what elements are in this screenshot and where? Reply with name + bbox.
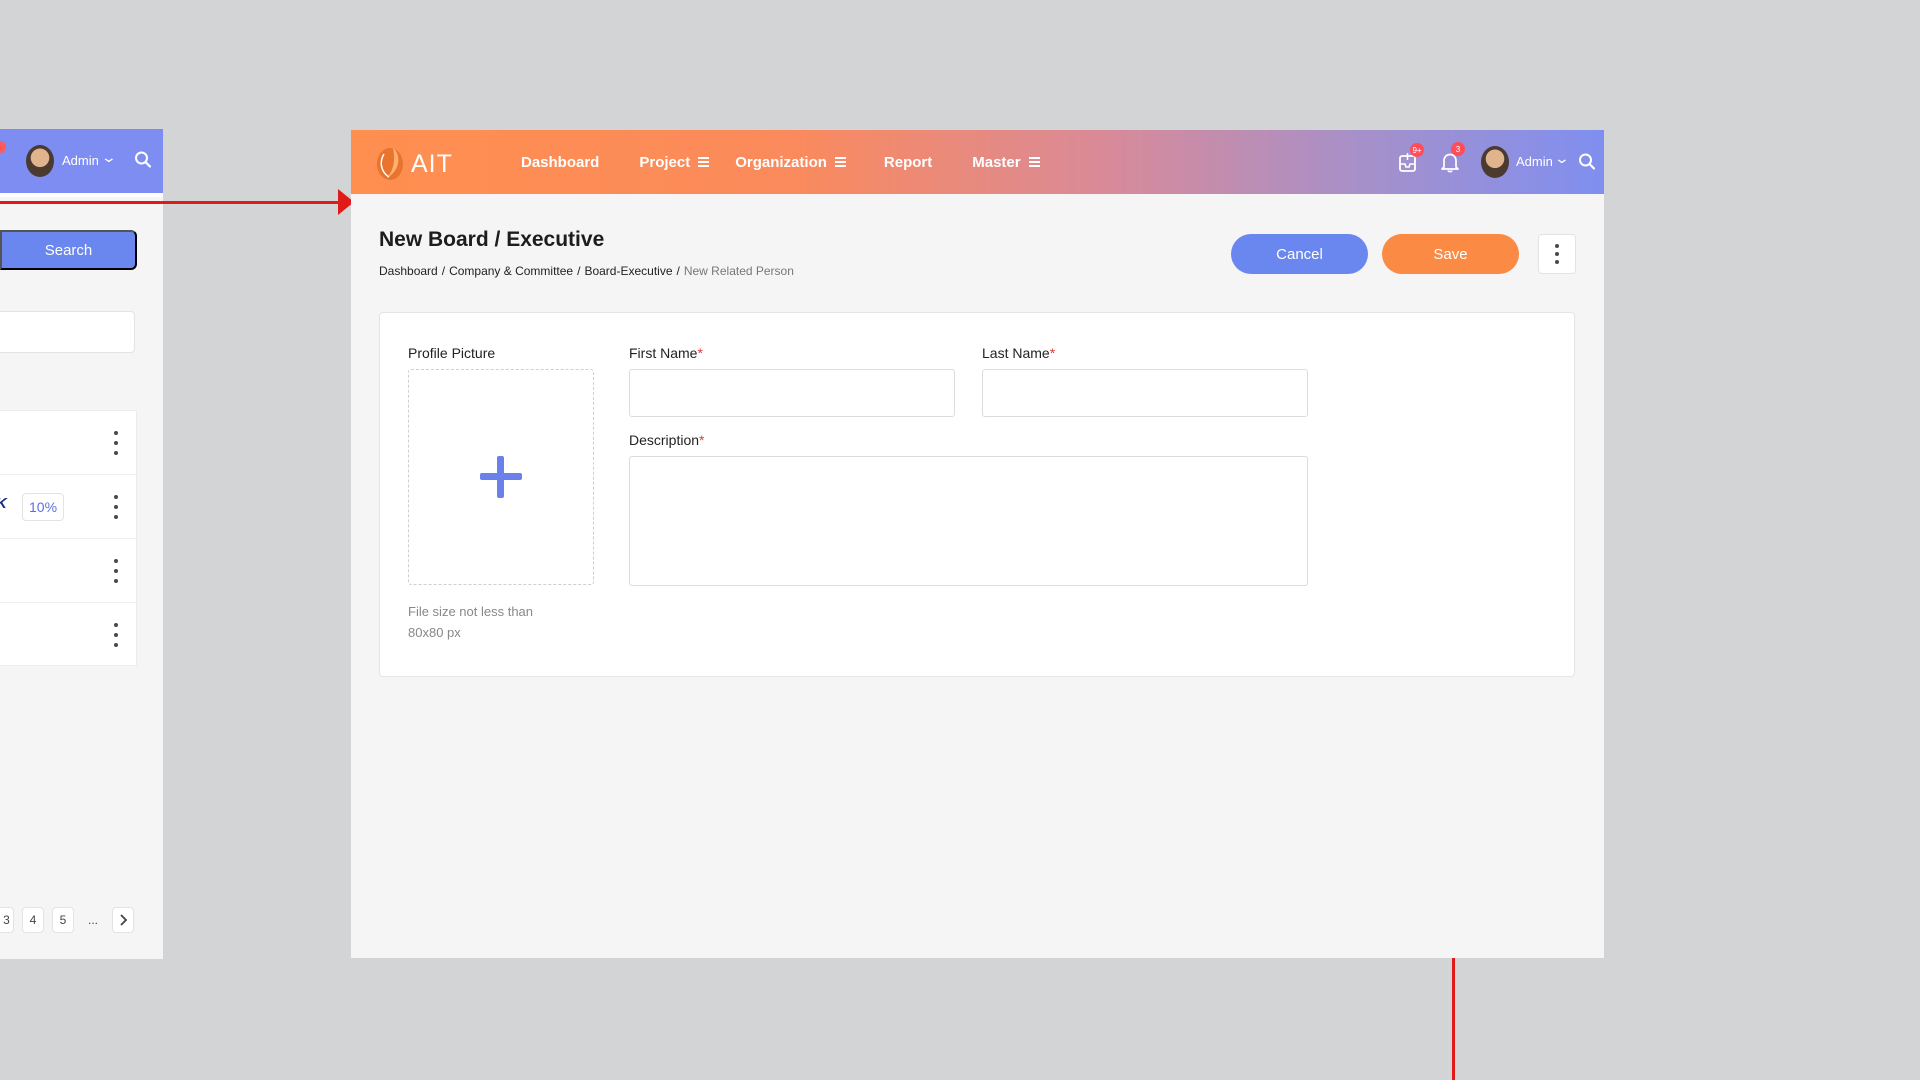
logo-text: AIT: [411, 150, 453, 178]
nav-master[interactable]: Master: [972, 153, 1040, 171]
chevron-right-icon: [120, 914, 128, 926]
breadcrumb-link[interactable]: Dashboard: [379, 264, 438, 278]
nav-label: Report: [883, 153, 933, 171]
save-button[interactable]: Save: [1382, 234, 1519, 274]
breadcrumb-current: New Related Person: [683, 264, 794, 278]
plus-icon: [480, 456, 522, 498]
topbar: AIT Dashboard Project Organization Repor…: [351, 130, 1604, 194]
background-window: Admin ⌄ Search K 10% 3 4 5 ...: [0, 129, 163, 959]
nav-report[interactable]: Report: [884, 154, 932, 171]
pagination: 3 4 5 ...: [0, 905, 134, 935]
progress-badge: 10%: [22, 493, 65, 521]
breadcrumb: Dashboard / Company & Committee / Board-Exec…: [379, 264, 794, 278]
page-title: New Board / Executive: [379, 228, 605, 251]
page-button[interactable]: 5: [52, 907, 74, 933]
page-button[interactable]: 4: [22, 907, 44, 933]
upload-hint: File size not less than 80x80 px: [408, 604, 534, 640]
app-window: AIT Dashboard Project Organization Repor…: [351, 130, 1604, 958]
more-options-icon[interactable]: [110, 559, 122, 583]
page-ellipsis: ...: [87, 913, 98, 927]
filter-input[interactable]: [0, 311, 135, 353]
topbar-actions: 9+ 3 Admin ⌄: [1364, 130, 1604, 194]
list-item[interactable]: [0, 539, 136, 603]
chevron-down-icon[interactable]: ⌄: [101, 149, 117, 166]
menu-icon: [1028, 157, 1040, 167]
breadcrumb-separator: /: [441, 264, 446, 278]
notification-badge: [0, 141, 6, 153]
nav-organization[interactable]: Organization: [735, 154, 846, 171]
more-options-icon[interactable]: [110, 623, 122, 647]
list-item[interactable]: [0, 411, 136, 475]
logo-mark-icon: [377, 148, 403, 180]
label-text: First Name: [629, 345, 698, 361]
more-options-button[interactable]: [1538, 234, 1576, 274]
nav-project[interactable]: Project: [639, 153, 710, 171]
background-topbar: Admin ⌄: [0, 129, 163, 194]
required-mark: *: [1049, 345, 1056, 361]
user-name[interactable]: Admin: [1516, 154, 1553, 169]
nav-label: Project: [639, 153, 691, 171]
company-logo: K: [0, 495, 7, 512]
first-name-field[interactable]: [629, 369, 955, 417]
menu-icon: [834, 157, 846, 167]
inbox-badge: 9+: [1410, 143, 1424, 157]
main-nav: Dashboard Project Organization Report Ma…: [521, 130, 1066, 194]
required-mark: *: [699, 432, 705, 448]
avatar[interactable]: [1481, 146, 1509, 178]
nav-label: Dashboard: [521, 153, 600, 171]
page-button[interactable]: 3: [0, 907, 14, 933]
more-options-icon[interactable]: [110, 431, 122, 455]
breadcrumb-separator: /: [676, 264, 680, 278]
first-name-label: First Name*: [629, 345, 703, 361]
list-item[interactable]: K 10%: [0, 475, 136, 539]
person-form: Profile Picture File size not less than …: [379, 312, 1575, 677]
label-text: Last Name: [982, 345, 1050, 361]
result-list: K 10%: [0, 410, 137, 666]
list-item[interactable]: [0, 603, 136, 667]
user-name[interactable]: Admin: [62, 153, 99, 168]
topbar-underline: [0, 193, 163, 197]
search-button[interactable]: Search: [0, 230, 137, 270]
avatar[interactable]: [26, 145, 54, 177]
breadcrumb-link[interactable]: Company & Committee: [449, 264, 573, 278]
app-logo[interactable]: AIT: [375, 144, 455, 182]
menu-icon: [698, 157, 710, 167]
search-icon[interactable]: [134, 149, 152, 171]
chevron-down-icon[interactable]: ⌄: [1554, 150, 1570, 167]
last-name-label: Last Name*: [982, 345, 1055, 361]
nav-dashboard[interactable]: Dashboard: [521, 154, 599, 171]
search-icon[interactable]: [1578, 151, 1596, 173]
nav-label: Organization: [735, 153, 827, 171]
breadcrumb-separator: /: [577, 264, 581, 278]
nav-label: Master: [972, 153, 1021, 171]
description-label: Description*: [629, 432, 704, 448]
next-page-button[interactable]: [112, 907, 134, 933]
more-options-icon[interactable]: [110, 495, 122, 519]
cancel-button[interactable]: Cancel: [1231, 234, 1368, 274]
profile-picture-label: Profile Picture: [408, 345, 496, 361]
profile-picture-upload[interactable]: [408, 369, 594, 585]
last-name-field[interactable]: [982, 369, 1308, 417]
annotation-arrow-line: [0, 201, 340, 204]
required-mark: *: [697, 345, 703, 361]
breadcrumb-link[interactable]: Board-Executive: [584, 264, 672, 278]
notification-badge: 3: [1451, 142, 1465, 156]
description-field[interactable]: [629, 456, 1308, 586]
label-text: Description: [629, 432, 700, 448]
